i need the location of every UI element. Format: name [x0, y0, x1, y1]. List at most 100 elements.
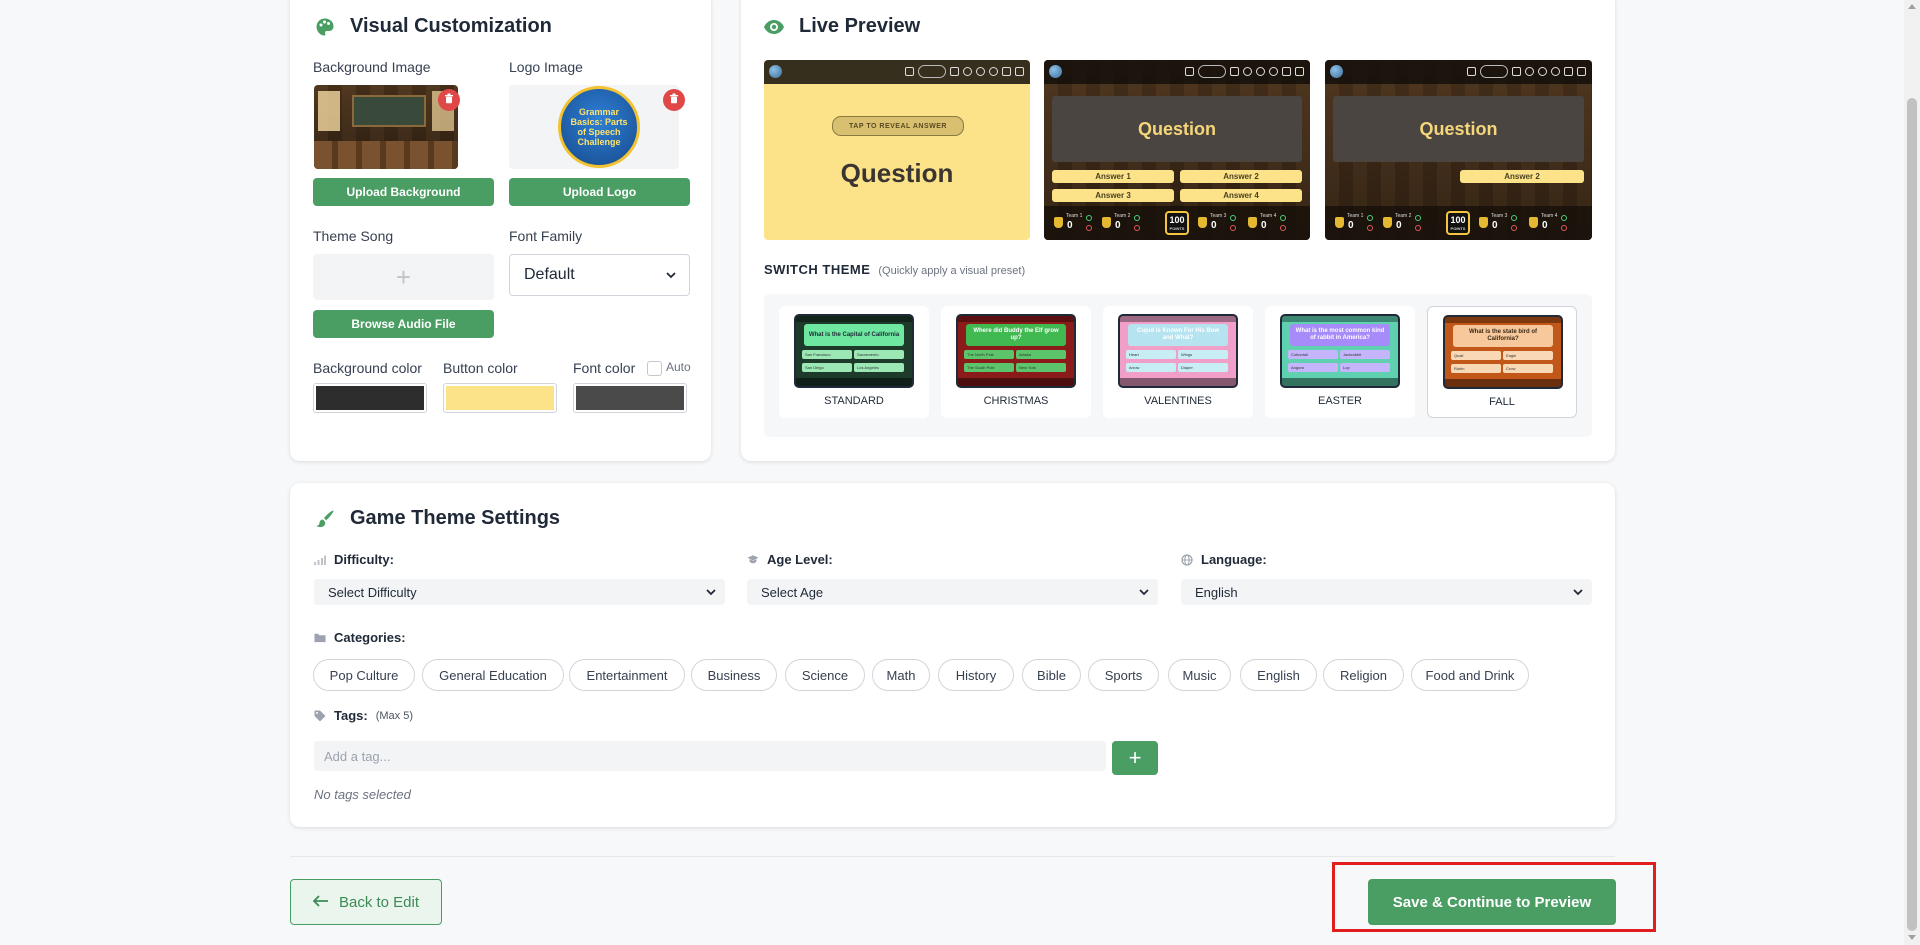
team-score: Team 30: [1479, 213, 1519, 233]
theme-song-dropzone[interactable]: +: [313, 254, 494, 300]
category-chip[interactable]: Math: [872, 659, 930, 691]
switch-theme-title: SWITCH THEME: [764, 262, 871, 277]
chevron-down-icon: [666, 272, 676, 279]
background-color-label: Background color: [313, 360, 422, 376]
theme-card-easter[interactable]: What is the most common kind of rabbit i…: [1265, 306, 1415, 418]
scrollbar-thumb[interactable]: [1907, 98, 1917, 931]
category-chip[interactable]: General Education: [422, 659, 564, 691]
theme-thumbnail-answer: Diaper: [1178, 363, 1228, 372]
category-chip[interactable]: Bible: [1022, 659, 1081, 691]
window-light: [318, 91, 340, 131]
difficulty-value: Select Difficulty: [328, 584, 417, 600]
theme-thumbnail: What is the Capital of California San Fra…: [794, 314, 914, 388]
theme-thumbnail-answer: Alaska: [1016, 350, 1066, 359]
trash-icon: [669, 91, 679, 109]
category-chip[interactable]: History: [938, 659, 1014, 691]
trash-icon: [444, 91, 454, 109]
logo-text: Grammar Basics: Parts of Speech Challeng…: [570, 107, 628, 147]
tap-reveal-badge: TAP TO REVEAL ANSWER: [832, 116, 964, 136]
delete-background-button[interactable]: [438, 89, 460, 111]
browse-audio-button[interactable]: Browse Audio File: [313, 310, 494, 338]
highlight-box: [1332, 862, 1656, 932]
arrow-left-icon: [312, 894, 329, 911]
live-preview-card: Live Preview TAP TO REVEAL ANSWER Questi…: [741, 0, 1615, 461]
upload-logo-button[interactable]: Upload Logo: [509, 178, 690, 206]
theme-thumbnail: What is the most common kind of rabbit i…: [1280, 314, 1400, 388]
chevron-down-icon: [1573, 589, 1583, 596]
difficulty-select[interactable]: Select Difficulty: [314, 579, 725, 605]
category-chip[interactable]: Science: [785, 659, 865, 691]
font-family-select[interactable]: Default: [509, 254, 690, 296]
category-chip[interactable]: Music: [1168, 659, 1231, 691]
age-level-select[interactable]: Select Age: [747, 579, 1158, 605]
tags-max: (Max 5): [375, 709, 413, 722]
live-preview-header: Live Preview: [763, 15, 920, 38]
theme-thumbnail: Where did Buddy the Elf grow up? The Nort…: [956, 314, 1076, 388]
tag-input[interactable]: Add a tag...: [314, 741, 1106, 771]
tag-input-placeholder: Add a tag...: [324, 748, 391, 764]
preview-tools: [1467, 65, 1586, 78]
folder-icon: [314, 632, 326, 644]
upload-background-button[interactable]: Upload Background: [313, 178, 494, 206]
eye-icon: [763, 16, 785, 38]
font-color-swatch[interactable]: [573, 383, 687, 413]
category-chip[interactable]: Food and Drink: [1411, 659, 1529, 691]
preview-answer-revealed: Answer 2: [1460, 170, 1584, 183]
category-chip[interactable]: Sports: [1088, 659, 1159, 691]
theme-thumbnail-answer: Wings: [1178, 350, 1228, 359]
auto-checkbox[interactable]: [647, 361, 662, 376]
category-chip[interactable]: Entertainment: [569, 659, 685, 691]
team-score: Team 20: [1102, 213, 1142, 233]
add-tag-button[interactable]: +: [1112, 741, 1158, 775]
scroll-down-arrow[interactable]: [1908, 935, 1916, 940]
theme-thumbnail-question: Cupid is Known For His Bow and What?: [1128, 324, 1228, 346]
back-to-edit-label: Back to Edit: [338, 893, 420, 911]
language-select[interactable]: English: [1181, 579, 1592, 605]
theme-thumbnail-answer: Lop: [1340, 363, 1390, 372]
age-level-value: Select Age: [761, 584, 824, 600]
age-level-label: Age Level:: [747, 552, 833, 567]
category-chip[interactable]: Pop Culture: [313, 659, 415, 691]
team-score: Team 10: [1054, 213, 1094, 233]
plus-icon: +: [1128, 745, 1142, 770]
preview-answer-4: Answer 4: [1180, 189, 1302, 202]
theme-thumbnail-answer: Heart: [1126, 350, 1176, 359]
chalkboard: [352, 95, 426, 127]
theme-name: STANDARD: [824, 395, 884, 407]
theme-thumbnail-answer: Robin: [1451, 364, 1501, 373]
theme-thumbnail-answer: Angora: [1288, 363, 1338, 372]
signal-bars-icon: [314, 554, 326, 566]
category-chip[interactable]: Religion: [1323, 659, 1404, 691]
logo-image-preview: Grammar Basics: Parts of Speech Challeng…: [509, 85, 679, 169]
page-scrollbar[interactable]: [1904, 0, 1920, 945]
plus-icon: +: [395, 261, 412, 292]
background-color-swatch[interactable]: [313, 383, 427, 413]
theme-thumbnail-question: What is the Capital of California: [804, 324, 904, 346]
preview-answers: Question Answer 1 Answer 2 Answer 3 Answ…: [1044, 60, 1310, 240]
team-score: Team 40: [1529, 213, 1569, 233]
theme-thumbnail-question: Where did Buddy the Elf grow up?: [966, 324, 1066, 346]
tags-label: Tags: (Max 5): [314, 708, 413, 723]
back-to-edit-button[interactable]: Back to Edit: [290, 879, 442, 925]
theme-thumbnail-answer: The South Pole: [964, 363, 1014, 372]
theme-card-standard[interactable]: What is the Capital of California San Fra…: [779, 306, 929, 418]
font-family-label: Font Family: [509, 228, 583, 244]
theme-card-valentines[interactable]: Cupid is Known For His Bow and What? Hear…: [1103, 306, 1253, 418]
scroll-up-arrow[interactable]: [1908, 4, 1916, 9]
delete-logo-button[interactable]: [663, 89, 685, 111]
theme-thumbnail-answer: Arrow: [1126, 363, 1176, 372]
theme-card-fall[interactable]: What is the state bird of California? Qua…: [1427, 306, 1577, 418]
game-theme-header: Game Theme Settings: [314, 507, 560, 530]
preview-toolbar: [764, 60, 1030, 84]
categories-label: Categories:: [314, 630, 406, 645]
preview-answer-1: Answer 1: [1052, 170, 1174, 183]
button-color-swatch[interactable]: [443, 383, 557, 413]
preview-answer-2: Answer 2: [1180, 170, 1302, 183]
theme-card-christmas[interactable]: Where did Buddy the Elf grow up? The Nort…: [941, 306, 1091, 418]
preview-reveal: TAP TO REVEAL ANSWER Question: [764, 60, 1030, 240]
category-chip[interactable]: Business: [691, 659, 777, 691]
theme-song-label: Theme Song: [313, 228, 394, 244]
category-chip[interactable]: English: [1240, 659, 1317, 691]
game-theme-title: Game Theme Settings: [350, 507, 561, 529]
theme-thumbnail-answer: Los Angeles: [854, 363, 904, 372]
